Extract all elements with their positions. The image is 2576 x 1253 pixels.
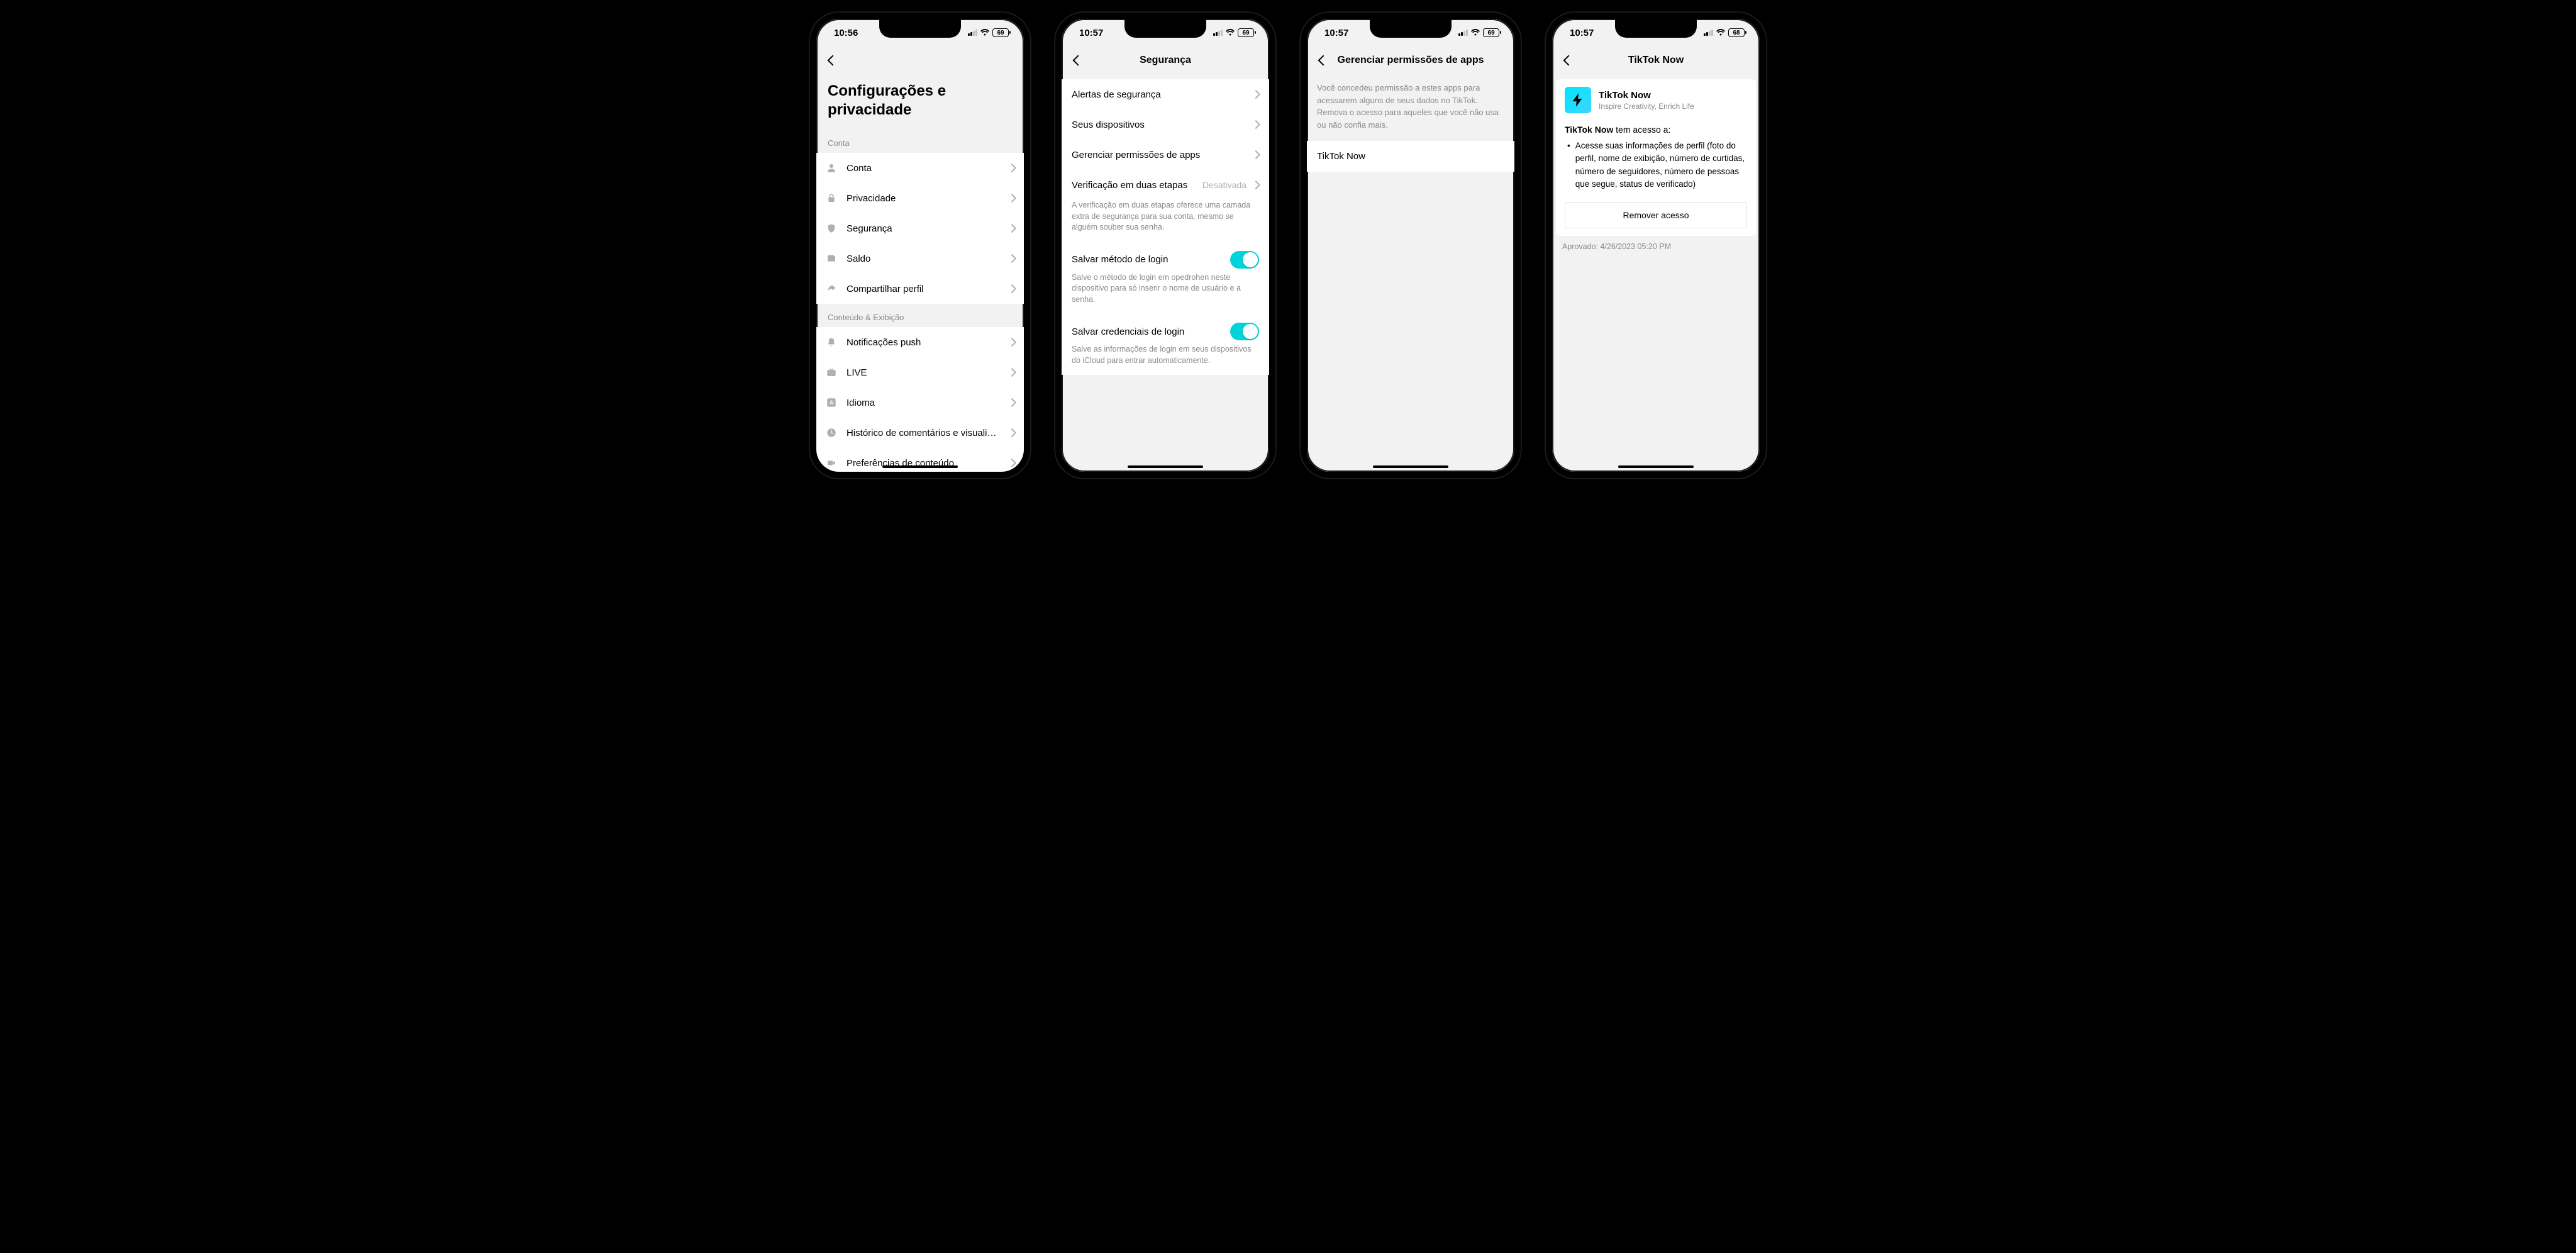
language-icon: A (825, 396, 838, 409)
row-manage-app-perms[interactable]: Gerenciar permissões de apps (1062, 140, 1269, 170)
access-bullet: • Acesse suas informações de perfil (fot… (1565, 140, 1747, 191)
shield-icon (825, 222, 838, 235)
row-two-step[interactable]: Verificação em duas etapas Desativada (1062, 170, 1269, 200)
app-header: TikTok Now Inspire Creativity, Enrich Li… (1565, 87, 1747, 113)
chevron-right-icon (1009, 399, 1015, 406)
row-security-alerts[interactable]: Alertas de segurança (1062, 79, 1269, 109)
row-save-login-method: Salvar método de login (1062, 242, 1269, 272)
signal-icon (1458, 30, 1468, 36)
nav-title: Gerenciar permissões de apps (1307, 55, 1514, 66)
tiktok-now-icon (1565, 87, 1591, 113)
page-title: Configurações e privacidade (816, 74, 1024, 130)
toggle-save-credentials[interactable] (1230, 323, 1259, 340)
save-creds-desc: Salve as informações de login em seus di… (1062, 344, 1269, 375)
battery-icon: 69 (992, 28, 1009, 37)
bell-icon (825, 336, 838, 348)
battery-icon: 69 (1238, 28, 1254, 37)
home-indicator[interactable] (1373, 465, 1448, 468)
video-icon (825, 457, 838, 469)
chevron-right-icon (1009, 369, 1015, 376)
chevron-right-icon (1009, 195, 1015, 201)
approved-text: Aprovado: 4/26/2023 05:20 PM (1552, 236, 1760, 251)
chevron-right-icon (1253, 91, 1259, 97)
wifi-icon (980, 29, 990, 36)
info-text: Você concedeu permissão a estes apps par… (1307, 74, 1514, 141)
back-button[interactable] (1069, 52, 1087, 69)
back-button[interactable] (1314, 52, 1332, 69)
time-label: 10:57 (1324, 28, 1348, 38)
home-indicator[interactable] (882, 465, 958, 468)
section-label-account: Conta (816, 130, 1024, 153)
row-security[interactable]: Segurança (816, 213, 1024, 243)
chevron-right-icon (1253, 182, 1259, 188)
signal-icon (1704, 30, 1713, 36)
row-privacy[interactable]: Privacidade (816, 183, 1024, 213)
nav-bar: Gerenciar permissões de apps (1307, 47, 1514, 74)
wifi-icon (1225, 29, 1235, 36)
nav-bar (816, 47, 1024, 74)
back-button[interactable] (824, 52, 841, 69)
wifi-icon (1470, 29, 1480, 36)
user-icon (825, 162, 838, 174)
app-tagline: Inspire Creativity, Enrich Life (1599, 102, 1694, 111)
nav-title: Segurança (1062, 55, 1269, 66)
access-label: TikTok Now tem acesso a: (1565, 125, 1747, 135)
row-share-profile[interactable]: Compartilhar perfil (816, 274, 1024, 304)
row-live[interactable]: LIVE (816, 357, 1024, 387)
chevron-right-icon (1009, 286, 1015, 292)
svg-text:A: A (830, 399, 834, 406)
time-label: 10:57 (1570, 28, 1594, 38)
chevron-right-icon (1253, 121, 1259, 128)
chevron-right-icon (1009, 460, 1015, 466)
row-tiktok-now[interactable]: TikTok Now (1307, 141, 1514, 172)
chevron-right-icon (1253, 152, 1259, 158)
two-step-desc: A verificação em duas etapas oferece uma… (1062, 200, 1269, 242)
lock-icon (825, 192, 838, 204)
nav-bar: TikTok Now (1552, 47, 1760, 74)
remove-access-button[interactable]: Remover acesso (1565, 202, 1747, 228)
signal-icon (1213, 30, 1223, 36)
time-label: 10:57 (1079, 28, 1103, 38)
clock-icon (825, 426, 838, 439)
chevron-right-icon (1009, 165, 1015, 171)
row-notifications[interactable]: Notificações push (816, 327, 1024, 357)
row-content-prefs[interactable]: Preferências de conteúdo (816, 448, 1024, 472)
section-label-content: Conteúdo & Exibição (816, 304, 1024, 327)
signal-icon (968, 30, 977, 36)
wallet-icon (825, 252, 838, 265)
chevron-right-icon (1009, 225, 1015, 231)
battery-icon: 69 (1483, 28, 1499, 37)
row-balance[interactable]: Saldo (816, 243, 1024, 274)
save-method-desc: Salve o método de login em opedrohen nes… (1062, 272, 1269, 315)
bullet-icon: • (1567, 140, 1570, 191)
row-account[interactable]: Conta (816, 153, 1024, 183)
chevron-right-icon (1009, 255, 1015, 262)
tv-icon (825, 366, 838, 379)
chevron-right-icon (1009, 430, 1015, 436)
app-name: TikTok Now (1599, 90, 1694, 101)
row-language[interactable]: A Idioma (816, 387, 1024, 418)
wifi-icon (1716, 29, 1726, 36)
row-history[interactable]: Histórico de comentários e visualiza... (816, 418, 1024, 448)
nav-bar: Segurança (1062, 47, 1269, 74)
battery-icon: 68 (1728, 28, 1745, 37)
chevron-right-icon (1009, 339, 1015, 345)
home-indicator[interactable] (1128, 465, 1203, 468)
toggle-save-login-method[interactable] (1230, 251, 1259, 269)
row-devices[interactable]: Seus dispositivos (1062, 109, 1269, 140)
row-save-credentials: Salvar credenciais de login (1062, 314, 1269, 344)
time-label: 10:56 (834, 28, 858, 38)
back-button[interactable] (1560, 52, 1577, 69)
two-step-value: Desativada (1202, 180, 1246, 190)
home-indicator[interactable] (1618, 465, 1694, 468)
share-icon (825, 282, 838, 295)
nav-title: TikTok Now (1552, 55, 1760, 66)
